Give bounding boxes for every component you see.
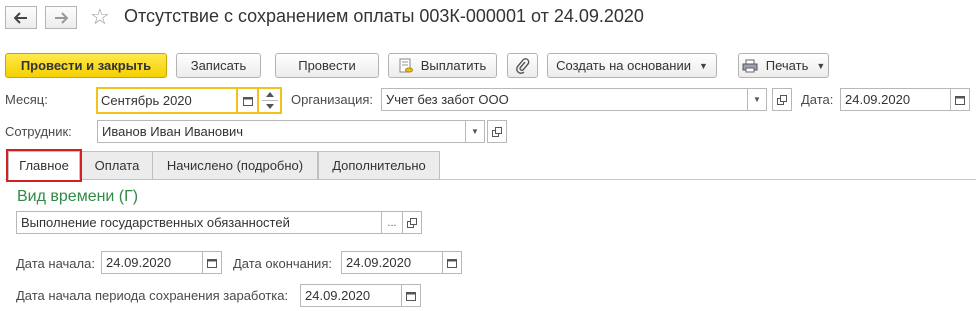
start-date-calendar-button[interactable] [202,251,222,274]
tab-payment[interactable]: Оплата [81,151,153,180]
calendar-icon [242,96,253,106]
employee-value: Иванов Иван Иванович [102,124,244,139]
organization-label: Организация: [291,92,374,107]
end-date-value: 24.09.2020 [346,255,412,270]
earnings-start-field[interactable]: 24.09.2020 [300,284,402,307]
month-calendar-button[interactable] [238,87,258,114]
forward-button[interactable] [45,6,77,29]
earnings-start-calendar-button[interactable] [401,284,421,307]
post-and-close-button[interactable]: Провести и закрыть [5,53,167,78]
employee-open-button[interactable] [487,120,507,143]
chevron-down-icon: ▼ [816,60,826,71]
time-type-field[interactable]: Выполнение государственных обязанностей [16,211,382,234]
pay-label: Выплатить [420,58,487,73]
organization-dropdown-button[interactable]: ▼ [747,88,767,111]
date-calendar-button[interactable] [950,88,970,111]
open-window-icon [777,94,787,105]
month-field[interactable]: Сентябрь 2020 [96,87,238,114]
print-button[interactable]: Печать ▼ [738,53,829,78]
open-window-icon [407,217,417,228]
organization-field[interactable]: Учет без забот ООО [381,88,748,111]
arrow-left-icon [14,11,27,24]
month-value: Сентябрь 2020 [101,93,192,108]
month-stepper[interactable] [258,87,282,114]
save-label: Записать [190,58,247,73]
paperclip-icon [515,57,529,74]
tab-payment-label: Оплата [94,158,140,173]
earnings-start-value: 24.09.2020 [305,288,371,303]
start-date-value: 24.09.2020 [106,255,172,270]
create-based-on-label: Создать на основании [556,58,691,73]
chevron-down-icon: ▼ [753,95,761,104]
section-title-time-type: Вид времени (Г) [17,188,139,205]
tab-accrued-detailed-label: Начислено (подробно) [166,158,304,173]
employee-field[interactable]: Иванов Иван Иванович [97,120,466,143]
end-date-label: Дата окончания: [233,256,332,271]
time-type-open-button[interactable] [402,211,422,234]
date-label: Дата: [801,92,834,107]
print-label: Печать [765,58,809,73]
calendar-icon [406,291,416,301]
open-window-icon [492,126,502,137]
stepper-down-icon [265,104,274,109]
time-type-value: Выполнение государственных обязанностей [21,215,290,230]
month-label: Месяц: [5,92,48,107]
calendar-icon [207,258,217,268]
post-and-close-label: Провести и закрыть [20,58,152,73]
end-date-field[interactable]: 24.09.2020 [341,251,443,274]
date-field[interactable]: 24.09.2020 [840,88,951,111]
stepper-up-icon [265,92,274,97]
arrow-right-icon [55,11,68,24]
start-date-field[interactable]: 24.09.2020 [101,251,203,274]
document-coins-icon [399,58,413,74]
create-based-on-button[interactable]: Создать на основании ▼ [547,53,717,78]
back-button[interactable] [5,6,37,29]
time-type-select-button[interactable]: ... [381,211,403,234]
ellipsis-icon: ... [387,216,397,229]
post-button[interactable]: Провести [275,53,379,78]
chevron-down-icon: ▼ [471,127,479,136]
employee-label: Сотрудник: [5,124,72,139]
window-title: Отсутствие с сохранением оплаты 003К-000… [124,6,644,26]
organization-value: Учет без забот ООО [386,92,509,107]
chevron-down-icon: ▼ [698,60,708,71]
calendar-icon [447,258,457,268]
organization-open-button[interactable] [772,88,792,111]
active-tab-highlight [6,149,82,182]
tab-additional[interactable]: Дополнительно [318,151,440,180]
calendar-icon [955,95,965,105]
start-date-label: Дата начала: [16,256,95,271]
end-date-calendar-button[interactable] [442,251,462,274]
pay-button[interactable]: Выплатить [388,53,497,78]
date-value: 24.09.2020 [845,92,911,107]
tab-accrued-detailed[interactable]: Начислено (подробно) [152,151,318,180]
tab-additional-label: Дополнительно [332,158,426,173]
post-label: Провести [298,58,356,73]
employee-dropdown-button[interactable]: ▼ [465,120,485,143]
attach-button[interactable] [507,53,538,78]
star-icon[interactable]: ☆ [90,6,110,28]
save-button[interactable]: Записать [176,53,261,78]
printer-icon [742,59,758,73]
earnings-start-label: Дата начала периода сохранения заработка… [16,288,289,303]
